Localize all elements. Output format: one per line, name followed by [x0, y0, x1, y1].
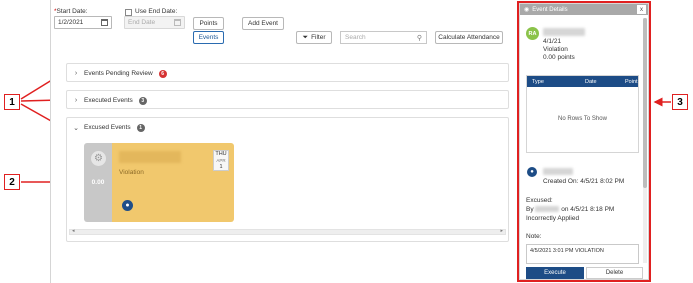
- chevron-right-icon: ›: [74, 97, 78, 104]
- table-header: Type Date Point: [527, 76, 638, 87]
- attendance-app: *Start Date: 1/2/2021 Use End Date: End …: [50, 0, 519, 283]
- calendar-icon[interactable]: [101, 19, 108, 26]
- calendar-icon: [174, 19, 181, 26]
- scrollbar-thumb[interactable]: [643, 18, 647, 188]
- end-date-input[interactable]: End Date: [124, 16, 185, 29]
- points-table: Type Date Point No Rows To Show: [526, 75, 639, 153]
- executed-events-section[interactable]: › Executed Events 3: [66, 90, 509, 109]
- card-event-type: Violation: [119, 169, 144, 176]
- event-type: Violation: [543, 46, 568, 53]
- excused-reason: Incorrectly Applied: [526, 215, 580, 222]
- redacted-employee-name: [119, 151, 181, 163]
- callout-2: 2: [4, 174, 20, 190]
- redacted-name: [543, 28, 585, 36]
- callout-3: 3: [672, 94, 688, 110]
- count-badge: 1: [136, 123, 145, 132]
- event-date: 4/1/21: [543, 38, 562, 45]
- search-icon: ⚲: [416, 34, 422, 42]
- column-point[interactable]: Point: [625, 79, 638, 85]
- created-on: Created On: 4/5/21 8:02 PM: [543, 178, 625, 185]
- scroll-right-icon[interactable]: ▸: [500, 228, 503, 234]
- user-icon: ●: [527, 167, 537, 177]
- section-header[interactable]: › Executed Events 3: [67, 91, 508, 110]
- use-end-date-checkbox[interactable]: [125, 9, 132, 16]
- event-card[interactable]: ⚙ 0.00 Violation THU APR 1 ●: [84, 143, 234, 222]
- note-label: Note:: [526, 233, 542, 240]
- callout-1: 1: [4, 94, 20, 110]
- panel-header: ◉ Event Details: [520, 4, 648, 15]
- filter-icon: ⏷: [302, 33, 309, 41]
- horizontal-scrollbar[interactable]: ◂ ▸: [69, 228, 506, 235]
- user-icon[interactable]: ●: [122, 200, 133, 211]
- note-textarea[interactable]: 4/5/2021 3:01 PM VIOLATION: [526, 244, 639, 264]
- section-header[interactable]: ⌄ Excused Events 1: [67, 118, 508, 137]
- excused-label: Excused:: [526, 197, 553, 204]
- card-body: Violation THU APR 1 ●: [112, 143, 234, 222]
- count-badge: 6: [158, 69, 167, 78]
- column-date[interactable]: Date: [585, 79, 597, 85]
- chevron-down-icon: ⌄: [73, 124, 79, 132]
- close-icon[interactable]: x: [637, 5, 646, 14]
- card-points: 0.00: [91, 179, 105, 186]
- events-pending-review-section[interactable]: › Events Pending Review 6: [66, 63, 509, 82]
- event-details-panel: ◉ Event Details x RA 4/1/21 Violation 0.…: [519, 3, 649, 280]
- delete-button[interactable]: Delete: [586, 267, 643, 279]
- chevron-right-icon: ›: [74, 70, 78, 77]
- card-points-strip: ⚙ 0.00: [84, 143, 112, 222]
- gear-icon[interactable]: ⚙: [91, 151, 106, 166]
- card-date: THU APR 1: [213, 150, 229, 171]
- column-type[interactable]: Type: [532, 79, 544, 85]
- section-header[interactable]: › Events Pending Review 6: [67, 64, 508, 83]
- excused-events-section: ⌄ Excused Events 1 ⚙ 0.00 Violation THU …: [66, 117, 509, 242]
- avatar: RA: [526, 27, 539, 40]
- start-date-label: *Start Date:: [54, 8, 88, 15]
- redacted-excuser: [535, 206, 560, 213]
- filter-button[interactable]: ⏷ Filter: [296, 31, 332, 44]
- event-points: 0.00 points: [543, 54, 575, 61]
- points-toggle[interactable]: Points: [193, 17, 224, 30]
- info-icon: ◉: [524, 7, 530, 13]
- calculate-attendance-button[interactable]: Calculate Attendance: [435, 31, 503, 44]
- events-toggle[interactable]: Events: [193, 31, 224, 44]
- use-end-date-label: Use End Date:: [135, 8, 178, 15]
- start-date-input[interactable]: 1/2/2021: [54, 16, 112, 29]
- vertical-scrollbar[interactable]: [643, 18, 647, 263]
- add-event-button[interactable]: Add Event: [242, 17, 284, 30]
- search-input[interactable]: Search ⚲: [340, 31, 427, 44]
- scroll-left-icon[interactable]: ◂: [72, 228, 75, 234]
- empty-table-message: No Rows To Show: [558, 116, 607, 122]
- redacted-creator: [543, 168, 573, 175]
- excused-by: By on 4/5/21 8:18 PM: [526, 206, 615, 213]
- count-badge: 3: [138, 96, 147, 105]
- execute-button[interactable]: Execute: [526, 267, 584, 279]
